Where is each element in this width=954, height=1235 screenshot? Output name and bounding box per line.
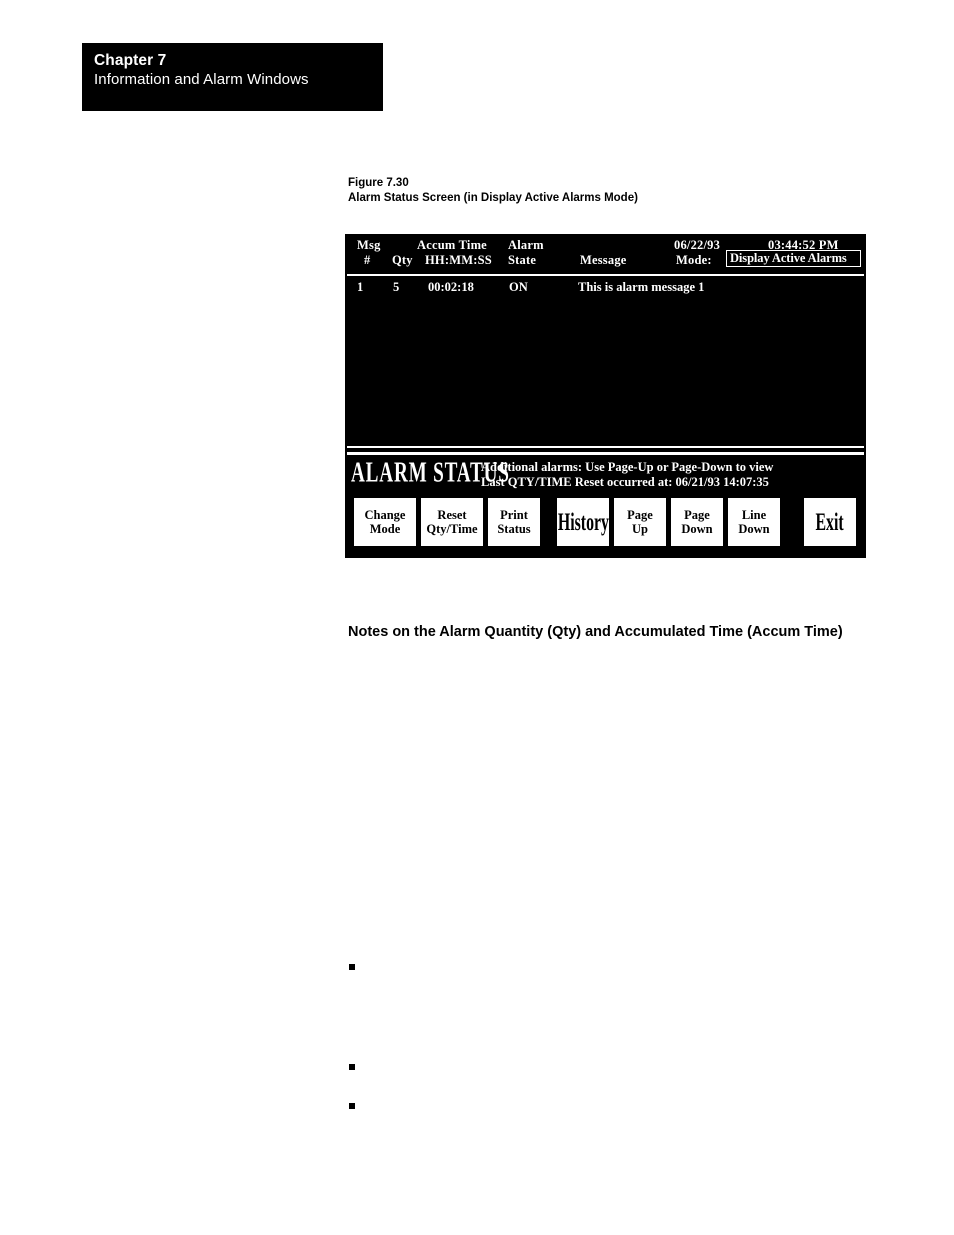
column-header-alarm: Alarm: [508, 238, 544, 252]
line-down-label-line1: Line: [741, 508, 767, 522]
print-label-line2: Status: [497, 522, 531, 536]
page-down-label-line2: Down: [681, 522, 713, 536]
mode-label: Mode:: [676, 253, 712, 267]
mode-value: Display Active Alarms: [730, 251, 847, 265]
column-header-message: Message: [580, 253, 627, 267]
list-bottom-divider-line-1: [347, 446, 864, 448]
chapter-title: Information and Alarm Windows: [94, 71, 309, 88]
reset-label-line1: Reset: [437, 508, 467, 522]
print-status-button[interactable]: Print Status: [488, 498, 540, 546]
alarm-status-screen: Msg # Qty Accum Time HH:MM:SS Alarm Stat…: [345, 234, 866, 558]
status-line-last-reset: Last QTY/TIME Reset occurred at: 06/21/9…: [481, 475, 769, 489]
figure-title: Alarm Status Screen (in Display Active A…: [348, 192, 638, 204]
list-bottom-divider-line-2: [347, 452, 864, 455]
page-up-label-line1: Page: [627, 508, 653, 522]
history-button[interactable]: History: [557, 498, 609, 546]
list-item-bullet: [349, 964, 355, 970]
change-mode-label-line2: Mode: [369, 522, 401, 536]
page-up-button[interactable]: Page Up: [614, 498, 666, 546]
row-accum-time: 00:02:18: [428, 280, 474, 294]
line-down-label-line2: Down: [738, 522, 770, 536]
reset-qty-time-button[interactable]: Reset Qty/Time: [421, 498, 483, 546]
notes-section-heading: Notes on the Alarm Quantity (Qty) and Ac…: [348, 624, 843, 640]
chapter-header-bar: Chapter 7 Information and Alarm Windows: [82, 43, 383, 111]
alarm-rows-area: 1 5 00:02:18 ON This is alarm message 1: [345, 280, 866, 446]
mode-value-box[interactable]: Display Active Alarms: [726, 250, 861, 267]
exit-button[interactable]: Exit: [804, 498, 856, 546]
status-line-additional-alarms: Additional alarms: Use Page-Up or Page-D…: [481, 460, 774, 474]
screen-date: 06/22/93: [674, 238, 721, 252]
change-mode-button[interactable]: Change Mode: [354, 498, 416, 546]
table-row[interactable]: 1 5 00:02:18 ON This is alarm message 1: [345, 280, 866, 300]
column-header-hhmmss: HH:MM:SS: [425, 253, 492, 267]
history-label: History: [557, 507, 609, 536]
print-label-line1: Print: [500, 508, 528, 522]
page-down-button[interactable]: Page Down: [671, 498, 723, 546]
row-message: This is alarm message 1: [578, 280, 705, 294]
figure-caption: Figure 7.30 Alarm Status Screen (in Disp…: [348, 176, 638, 206]
header-divider-line: [347, 274, 864, 276]
column-header-msg-hash: #: [364, 253, 371, 267]
list-item-bullet: [349, 1064, 355, 1070]
status-band: ALARM STATUS Additional alarms: Use Page…: [345, 458, 866, 496]
alarm-table-header: Msg # Qty Accum Time HH:MM:SS Alarm Stat…: [345, 234, 866, 272]
softkey-button-strip: Change Mode Reset Qty/Time Print Status …: [345, 498, 866, 548]
page-down-label-line1: Page: [684, 508, 710, 522]
change-mode-label-line1: Change: [364, 508, 406, 522]
column-header-msg: Msg: [357, 238, 381, 252]
status-messages: Additional alarms: Use Page-Up or Page-D…: [481, 460, 773, 490]
row-msg-number: 1: [357, 280, 364, 294]
exit-label: Exit: [815, 507, 845, 536]
column-header-accum-time: Accum Time: [417, 238, 487, 252]
row-alarm-state: ON: [509, 280, 528, 294]
list-item-bullet: [349, 1103, 355, 1109]
page-up-label-line2: Up: [632, 522, 648, 536]
reset-label-line2: Qty/Time: [426, 522, 478, 536]
column-header-state: State: [508, 253, 537, 267]
figure-number: Figure 7.30: [348, 177, 409, 189]
chapter-number: Chapter 7: [94, 52, 167, 69]
line-down-button[interactable]: Line Down: [728, 498, 780, 546]
row-qty: 5: [393, 280, 400, 294]
column-header-qty: Qty: [392, 253, 413, 267]
